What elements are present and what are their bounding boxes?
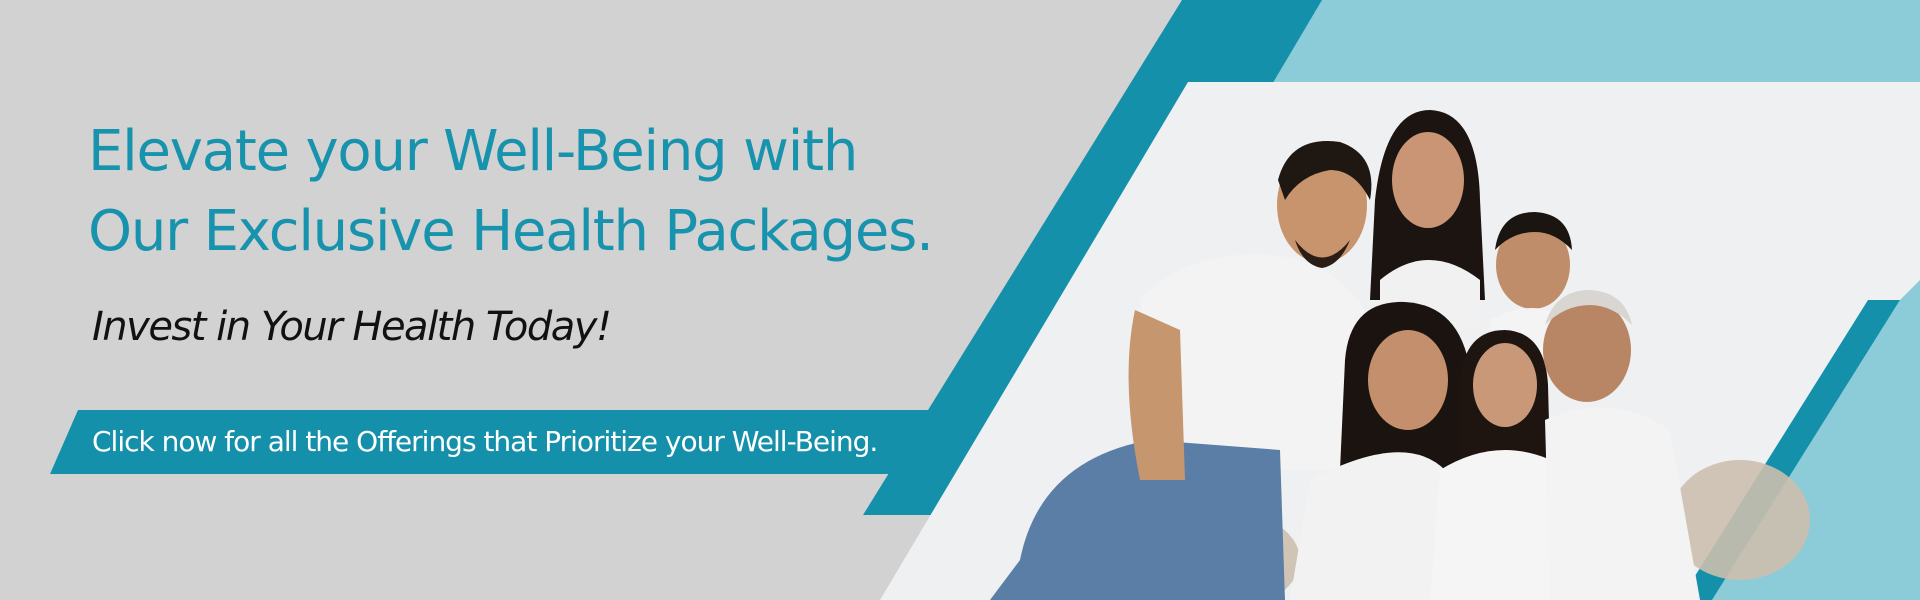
subheadline: Invest in Your Health Today! <box>92 304 612 350</box>
headline-line-1: Elevate your Well-Being with <box>88 119 858 184</box>
headline-line-2: Our Exclusive Health Packages. <box>88 199 934 264</box>
headline: Elevate your Well-Being with Our Exclusi… <box>88 112 988 272</box>
cta-label: Click now for all the Offerings that Pri… <box>92 425 878 458</box>
person-older-man <box>1543 290 1700 600</box>
offerings-cta-button[interactable]: Click now for all the Offerings that Pri… <box>50 410 930 474</box>
hero-banner[interactable]: Elevate your Well-Being with Our Exclusi… <box>0 0 1920 600</box>
person-young-woman <box>1370 110 1485 330</box>
family-photo <box>990 110 1810 600</box>
